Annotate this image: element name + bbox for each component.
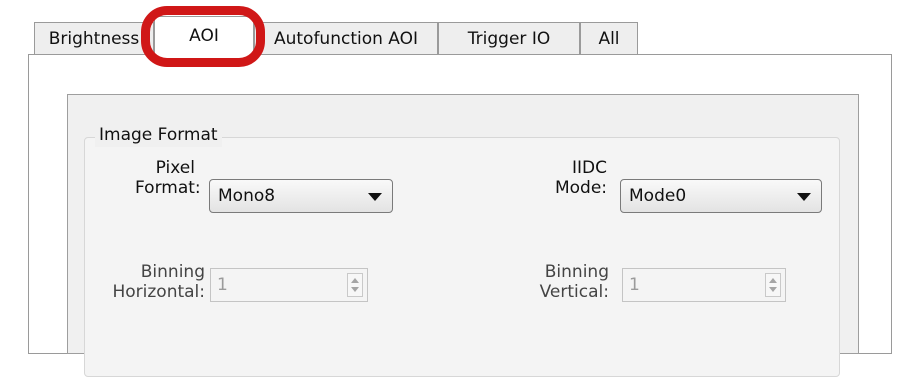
pixel-format-label: Pixel Format: xyxy=(135,158,201,198)
image-format-group: Image Format Pixel Format: Mono8 IIDC Mo… xyxy=(84,123,840,377)
spin-down-icon xyxy=(351,287,359,292)
settings-panel: Image Format Pixel Format: Mono8 IIDC Mo… xyxy=(67,94,859,377)
tab-aoi[interactable]: AOI xyxy=(154,16,254,56)
pixel-format-value: Mono8 xyxy=(218,186,276,206)
spin-down-icon xyxy=(769,287,777,292)
binning-vertical-value: 1 xyxy=(629,275,640,295)
chevron-down-icon xyxy=(797,193,811,201)
tab-autofunction-aoi[interactable]: Autofunction AOI xyxy=(254,22,438,54)
spin-buttons[interactable] xyxy=(765,273,781,297)
chevron-down-icon xyxy=(368,193,382,201)
tab-bar: Brightness AOI Autofunction AOI Trigger … xyxy=(0,0,903,67)
spin-up-icon xyxy=(351,278,359,283)
binning-horizontal-value: 1 xyxy=(217,275,228,295)
iidc-mode-dropdown[interactable]: Mode0 xyxy=(620,179,822,213)
binning-vertical-label: Binning Vertical: xyxy=(539,262,609,302)
pixel-format-dropdown[interactable]: Mono8 xyxy=(209,179,393,213)
tab-all[interactable]: All xyxy=(580,22,638,54)
binning-horizontal-label: Binning Horizontal: xyxy=(112,262,205,302)
tab-page-aoi: Image Format Pixel Format: Mono8 IIDC Mo… xyxy=(28,54,892,377)
binning-horizontal-spinbox[interactable]: 1 xyxy=(210,268,368,302)
iidc-mode-value: Mode0 xyxy=(629,186,687,206)
spin-buttons[interactable] xyxy=(347,273,363,297)
tab-trigger-io[interactable]: Trigger IO xyxy=(438,22,580,54)
iidc-mode-label: IIDC Mode: xyxy=(554,158,607,198)
spin-up-icon xyxy=(769,278,777,283)
group-title: Image Format xyxy=(95,123,222,147)
binning-vertical-spinbox[interactable]: 1 xyxy=(622,268,786,302)
tab-brightness[interactable]: Brightness xyxy=(34,22,154,54)
